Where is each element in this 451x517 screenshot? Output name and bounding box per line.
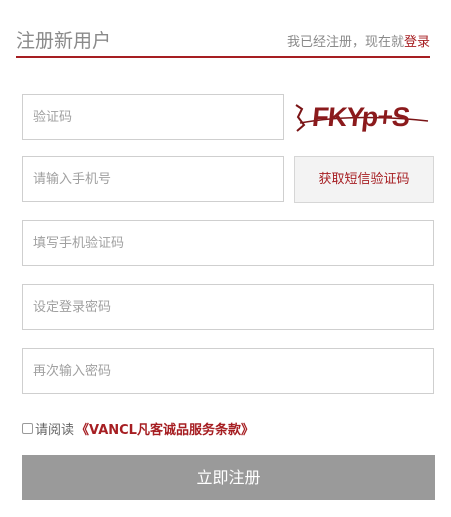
terms-link[interactable]: 《VANCL凡客诚品服务条款》 [76, 419, 254, 438]
agreement-checkbox[interactable] [22, 423, 33, 434]
confirm-password-input[interactable] [23, 349, 433, 393]
captcha-text: FKYp+S [311, 101, 411, 132]
header-divider [16, 56, 430, 58]
phone-input[interactable] [23, 157, 283, 201]
login-prompt: 我已经注册，现在就登录 [287, 31, 430, 50]
get-sms-code-button[interactable]: 获取短信验证码 [294, 156, 434, 203]
captcha-input[interactable] [23, 95, 283, 139]
agreement-prefix: 请阅读 [35, 423, 75, 438]
captcha-image[interactable]: FKYp+S [294, 95, 432, 137]
login-link[interactable]: 登录 [404, 35, 430, 50]
confirm-password-field[interactable] [22, 348, 434, 394]
page-title: 注册新用户 [16, 30, 112, 52]
register-page: 注册新用户 我已经注册，现在就登录 FKYp+S 获取短信验证码 请阅读 《VA… [0, 0, 451, 517]
register-submit-button[interactable]: 立即注册 [22, 455, 435, 500]
phone-field[interactable] [22, 156, 284, 202]
password-input[interactable] [23, 285, 433, 329]
captcha-field[interactable] [22, 94, 284, 140]
sms-code-field[interactable] [22, 220, 434, 266]
password-field[interactable] [22, 284, 434, 330]
sms-code-input[interactable] [23, 221, 433, 265]
agreement-row: 请阅读 《VANCL凡客诚品服务条款》 [22, 419, 254, 438]
login-prompt-text: 我已经注册，现在就 [286, 35, 404, 50]
register-header: 注册新用户 我已经注册，现在就登录 [16, 22, 430, 57]
